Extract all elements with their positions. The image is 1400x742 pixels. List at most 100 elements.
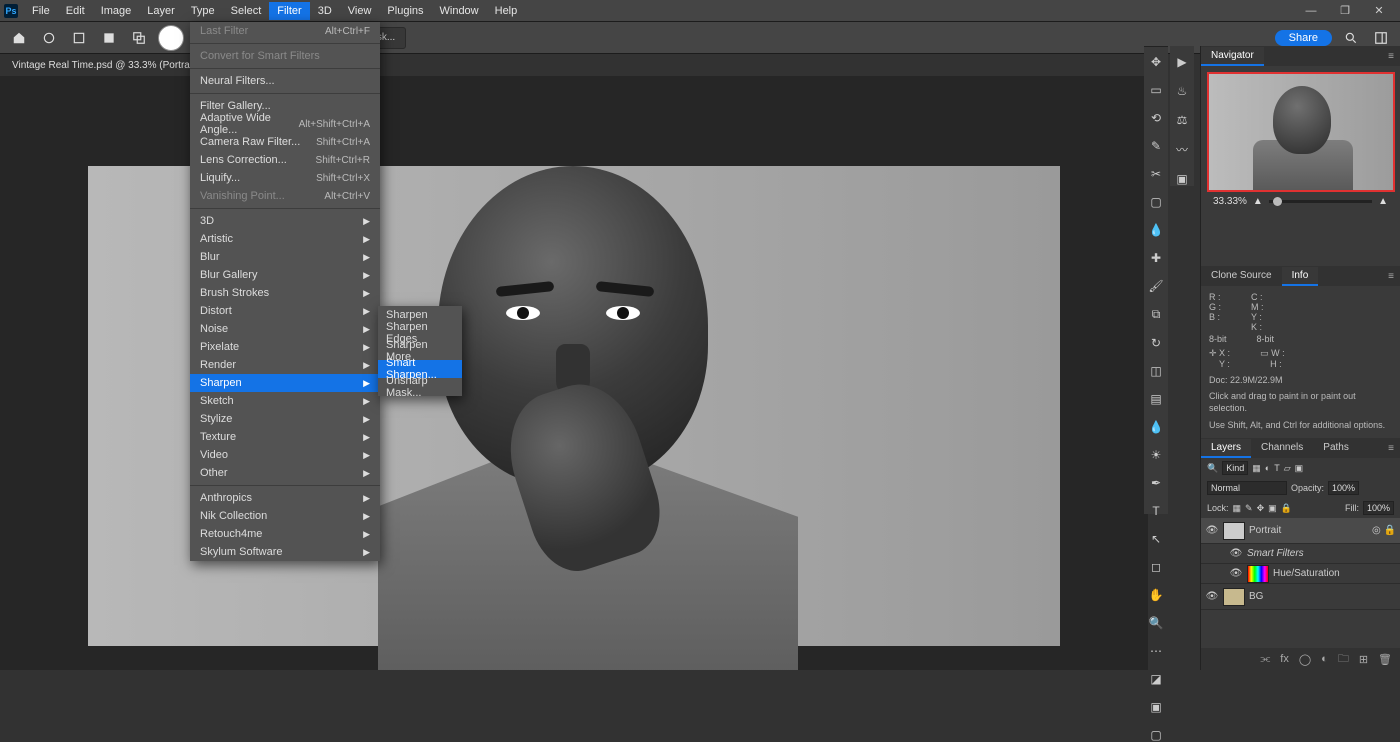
color-swatch-icon[interactable]: ◪ (1148, 672, 1164, 686)
filter-item-brush-strokes[interactable]: Brush Strokes▶ (190, 284, 380, 302)
layer-row[interactable]: 👁Smart Filters (1201, 544, 1400, 564)
menu-plugins[interactable]: Plugins (379, 2, 431, 20)
filter-type-icon[interactable]: T (1274, 463, 1280, 473)
filter-item-adaptive-wide-angle[interactable]: Adaptive Wide Angle...Alt+Shift+Ctrl+A (190, 115, 380, 133)
menu-help[interactable]: Help (487, 2, 526, 20)
more-icon[interactable]: ⋯ (1148, 644, 1164, 658)
filter-item-anthropics[interactable]: Anthropics▶ (190, 489, 380, 507)
layer-link-icon[interactable]: ⫘ (1260, 653, 1270, 666)
zoom-out-icon[interactable]: ▲ (1253, 196, 1263, 207)
layer-adjust-icon[interactable]: ◐ (1321, 653, 1328, 665)
history-icon[interactable]: ↻ (1148, 336, 1164, 350)
type-icon[interactable]: T (1148, 504, 1164, 518)
blend-mode-select[interactable]: Normal (1207, 481, 1287, 495)
filter-item-blur-gallery[interactable]: Blur Gallery▶ (190, 266, 380, 284)
filter-item-retouch4me[interactable]: Retouch4me▶ (190, 525, 380, 543)
curves-icon[interactable]: 〰 (1174, 141, 1190, 157)
zoom-in-icon[interactable]: ▲ (1378, 196, 1388, 207)
lasso-icon[interactable]: ⟲ (1148, 111, 1164, 125)
menu-view[interactable]: View (340, 2, 380, 20)
filter-item-artistic[interactable]: Artistic▶ (190, 230, 380, 248)
dodge-icon[interactable]: ☀ (1148, 448, 1164, 462)
clone-source-tab[interactable]: Clone Source (1201, 267, 1282, 286)
navigator-thumbnail[interactable] (1207, 72, 1395, 192)
brush-icon[interactable]: 🖌 (1148, 279, 1164, 293)
filter-item-camera-raw-filter[interactable]: Camera Raw Filter...Shift+Ctrl+A (190, 133, 380, 151)
layer-row[interactable]: 👁Portrait◎ 🔒 (1201, 518, 1400, 544)
menu-edit[interactable]: Edit (58, 2, 93, 20)
info-tab[interactable]: Info (1282, 267, 1319, 286)
filter-item-nik-collection[interactable]: Nik Collection▶ (190, 507, 380, 525)
layer-filter-kind[interactable]: Kind (1222, 461, 1248, 475)
home-icon[interactable] (8, 27, 30, 49)
filter-item-other[interactable]: Other▶ (190, 464, 380, 482)
filter-item-3d[interactable]: 3D▶ (190, 212, 380, 230)
menu-file[interactable]: File (24, 2, 58, 20)
opacity-value[interactable]: 100% (1328, 481, 1359, 495)
window-minimize-button[interactable]: — (1294, 0, 1328, 22)
lock-paint-icon[interactable]: ✎ (1245, 503, 1253, 514)
visibility-icon[interactable]: 👁 (1229, 568, 1243, 579)
filter-item-stylize[interactable]: Stylize▶ (190, 410, 380, 428)
menu-type[interactable]: Type (183, 2, 223, 20)
lock-transp-icon[interactable]: ▦ (1233, 503, 1242, 514)
tool-preset-icon[interactable] (38, 27, 60, 49)
blur-icon[interactable]: 💧 (1148, 420, 1164, 434)
share-button[interactable]: Share (1275, 30, 1332, 46)
filter-item-neural-filters[interactable]: Neural Filters... (190, 72, 380, 90)
filter-shape-icon[interactable]: ▱ (1284, 463, 1291, 474)
filter-adjust-icon[interactable]: ◐ (1265, 463, 1270, 473)
filter-item-texture[interactable]: Texture▶ (190, 428, 380, 446)
screen-icon[interactable]: ▢ (1148, 728, 1164, 742)
eraser-icon[interactable]: ◫ (1148, 364, 1164, 378)
layer-group-icon[interactable]: 🗀 (1338, 650, 1349, 669)
crop-icon[interactable]: ✂ (1148, 167, 1164, 181)
menu-layer[interactable]: Layer (139, 2, 183, 20)
window-restore-button[interactable]: ❐ (1328, 0, 1362, 22)
panel-menu-icon[interactable]: ≡ (1388, 271, 1400, 282)
paths-tab[interactable]: Paths (1313, 439, 1359, 458)
hand-icon[interactable]: ✋ (1148, 588, 1164, 602)
lock-artboard-icon[interactable]: ▣ (1268, 503, 1277, 514)
filter-item-noise[interactable]: Noise▶ (190, 320, 380, 338)
filter-item-video[interactable]: Video▶ (190, 446, 380, 464)
layer-new-icon[interactable]: ⊞ (1359, 653, 1368, 666)
layer-delete-icon[interactable]: 🗑 (1378, 653, 1392, 666)
fill-value[interactable]: 100% (1363, 501, 1394, 515)
window-close-button[interactable]: ✕ (1362, 0, 1396, 22)
zoom-icon[interactable]: 🔍 (1148, 616, 1164, 630)
filter-item-pixelate[interactable]: Pixelate▶ (190, 338, 380, 356)
visibility-icon[interactable]: 👁 (1229, 548, 1243, 559)
channels-tab[interactable]: Channels (1251, 439, 1313, 458)
layer-fx-icon[interactable]: fx (1280, 653, 1289, 665)
filter-item-blur[interactable]: Blur▶ (190, 248, 380, 266)
path-select-icon[interactable]: ↖ (1148, 532, 1164, 546)
lock-move-icon[interactable]: ✥ (1257, 503, 1265, 514)
quickmask-icon[interactable]: ▣ (1148, 700, 1164, 714)
menu-window[interactable]: Window (432, 2, 487, 20)
filter-item-sharpen[interactable]: Sharpen▶ (190, 374, 380, 392)
zoom-slider[interactable] (1269, 200, 1372, 203)
eyedropper-icon[interactable]: 💧 (1148, 223, 1164, 237)
balance-icon[interactable]: ⚖ (1174, 112, 1190, 127)
lock-all-icon[interactable]: 🔒 (1281, 503, 1292, 514)
filter-item-distort[interactable]: Distort▶ (190, 302, 380, 320)
filter-item-sketch[interactable]: Sketch▶ (190, 392, 380, 410)
presets-icon[interactable]: ▣ (1174, 171, 1190, 186)
visibility-icon[interactable]: 👁 (1205, 591, 1219, 602)
pen-icon[interactable]: ✒ (1148, 476, 1164, 490)
filter-item-render[interactable]: Render▶ (190, 356, 380, 374)
brush-preview-icon[interactable] (158, 25, 184, 51)
panel-menu-icon[interactable]: ≡ (1388, 51, 1400, 62)
menu-image[interactable]: Image (93, 2, 140, 20)
filter-item-liquify[interactable]: Liquify...Shift+Ctrl+X (190, 169, 380, 187)
add-to-selection-icon[interactable] (68, 27, 90, 49)
play-icon[interactable]: ▶ (1174, 54, 1190, 69)
menu-filter[interactable]: Filter (269, 2, 309, 20)
sharpen-item-unsharp-mask[interactable]: Unsharp Mask... (378, 378, 462, 396)
subtract-from-selection-icon[interactable] (98, 27, 120, 49)
gradient-icon[interactable]: ▤ (1148, 392, 1164, 406)
levels-icon[interactable]: ♨ (1174, 83, 1190, 98)
quick-select-icon[interactable]: ✎ (1148, 139, 1164, 153)
layer-row[interactable]: 👁BG (1201, 584, 1400, 610)
